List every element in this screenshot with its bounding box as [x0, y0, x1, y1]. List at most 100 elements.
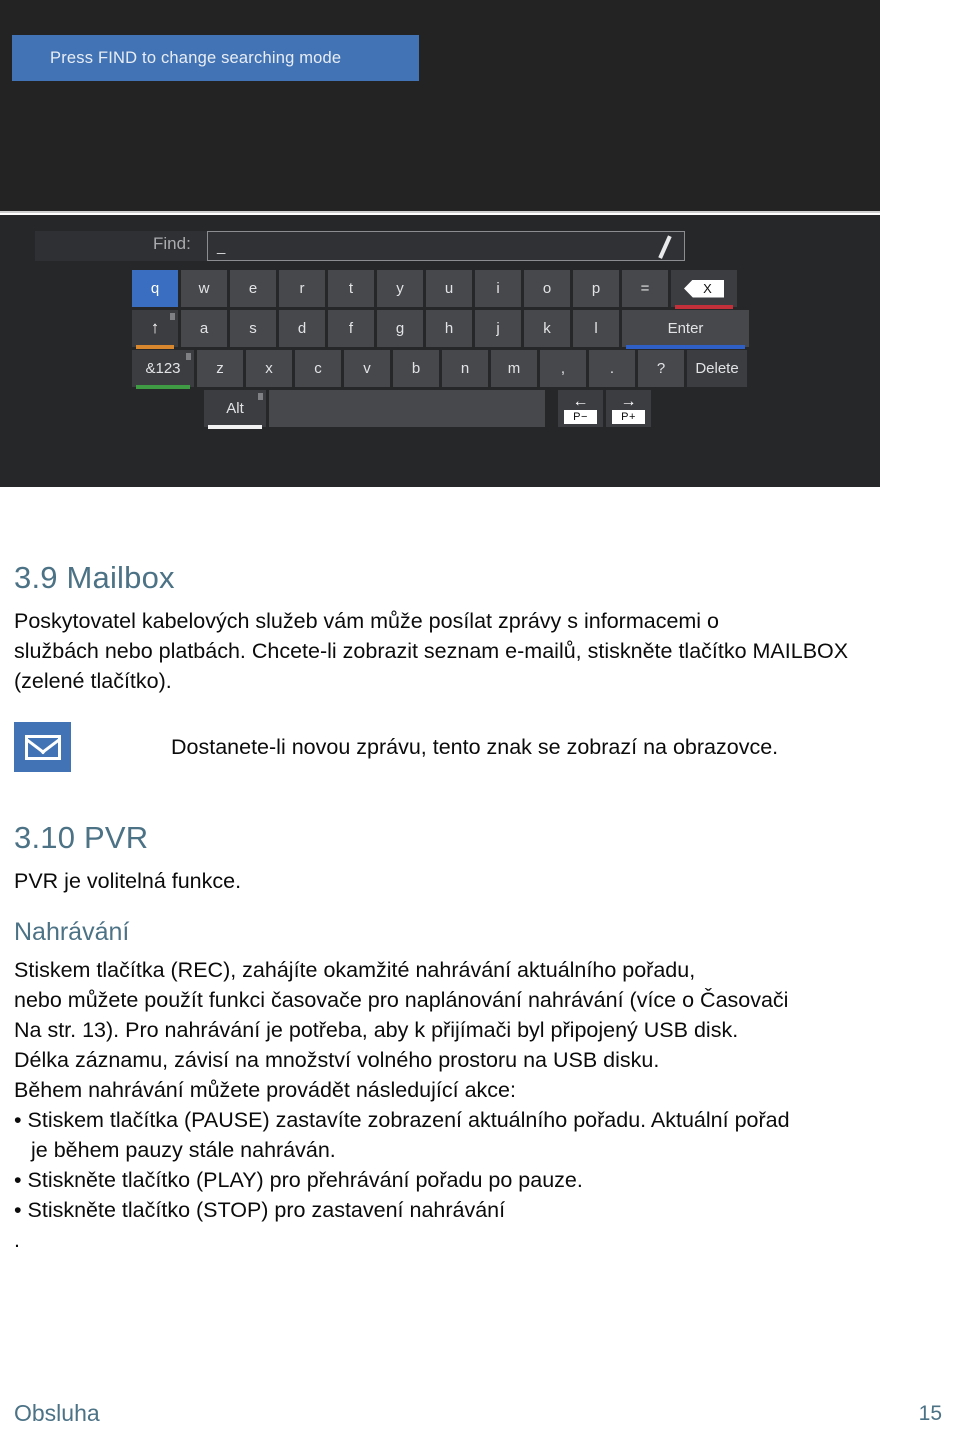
find-mode-banner[interactable]: Press FIND to change searching mode [12, 35, 419, 81]
body-line: nebo můžete použít funkci časovače pro n… [14, 988, 789, 1012]
find-label-box: Find: [35, 231, 207, 261]
keyboard-row-3: &123 z x c v b n m , . ? Delete [132, 350, 762, 389]
paragraph-line: Poskytovatel kabelových služeb vám může … [14, 609, 720, 633]
key-v[interactable]: v [344, 350, 390, 387]
keyboard-row-2: ↑ a s d f g h j k l Enter [132, 310, 762, 349]
key-question[interactable]: ? [638, 350, 684, 387]
key-q[interactable]: q [132, 270, 178, 307]
symbols-key-label: &123 [145, 360, 181, 377]
footer-section-label: Obsluha [14, 1400, 100, 1426]
key-d[interactable]: d [279, 310, 325, 347]
enter-key[interactable]: Enter [622, 310, 749, 349]
paragraph-pvr-body: Stiskem tlačítka (REC), zahájíte okamžit… [14, 955, 944, 1255]
alt-accent-bar [208, 425, 262, 429]
key-a[interactable]: a [181, 310, 227, 347]
document-body: 3.9 Mailbox Poskytovatel kabelových služ… [0, 560, 960, 1255]
find-row: Find: _ [35, 231, 685, 261]
key-w[interactable]: w [181, 270, 227, 307]
page-footer: Obsluha 15 [0, 1400, 960, 1434]
alt-key[interactable]: Alt [204, 390, 266, 429]
key-s[interactable]: s [230, 310, 276, 347]
arrow-right-icon: → [620, 393, 637, 410]
symbols-key[interactable]: &123 [132, 350, 194, 389]
key-j[interactable]: j [475, 310, 521, 347]
body-line: Během nahrávání můžete provádět následuj… [14, 1078, 516, 1102]
key-h[interactable]: h [426, 310, 472, 347]
paragraph-line: službách nebo platbách. Chcete-li zobraz… [14, 639, 849, 663]
keyboard-row-4: Alt ← P− → P+ [204, 390, 762, 429]
key-comma[interactable]: , [540, 350, 586, 387]
find-mode-banner-label: Press FIND to change searching mode [50, 48, 342, 67]
pencil-icon [657, 235, 673, 259]
paragraph-line: (zelené tlačítko). [14, 669, 172, 693]
heading-pvr: 3.10 PVR [14, 820, 149, 855]
key-o[interactable]: o [524, 270, 570, 307]
page-next-label: P+ [612, 410, 645, 424]
find-input[interactable]: _ [207, 231, 685, 261]
paragraph-mailbox: Poskytovatel kabelových služeb vám může … [14, 606, 944, 696]
page-prev-label: P− [564, 410, 597, 424]
alt-key-label: Alt [226, 400, 244, 417]
key-x[interactable]: x [246, 350, 292, 387]
body-line: . [14, 1228, 20, 1252]
onscreen-keyboard: q w e r t y u i o p = X ↑ a s d f g h j … [132, 270, 762, 430]
symbols-corner-marker [186, 353, 191, 360]
find-label: Find: [153, 234, 191, 253]
body-line: • Stiskněte tlačítko (PLAY) pro přehrává… [14, 1168, 583, 1192]
page-prev-key[interactable]: ← P− [558, 390, 603, 427]
key-u[interactable]: u [426, 270, 472, 307]
key-n[interactable]: n [442, 350, 488, 387]
key-f[interactable]: f [328, 310, 374, 347]
delete-key[interactable]: Delete [687, 350, 747, 387]
mailbox-note-text: Dostanete-li novou zprávu, tento znak se… [171, 734, 779, 759]
tv-keyboard-panel: Find: _ q w e r t y u i o p = X ↑ a s d … [0, 215, 880, 487]
footer-page-number: 15 [918, 1402, 942, 1425]
body-line: • Stiskem tlačítka (PAUSE) zastavíte zob… [14, 1108, 790, 1132]
body-line: je během pauzy stále nahráván. [31, 1138, 336, 1162]
envelope-shape [24, 734, 61, 760]
key-e[interactable]: e [230, 270, 276, 307]
alt-corner-marker [258, 393, 263, 400]
page-next-key[interactable]: → P+ [606, 390, 651, 427]
key-y[interactable]: y [377, 270, 423, 307]
backspace-glyph: X [703, 281, 712, 296]
space-key[interactable] [269, 390, 545, 427]
backspace-accent-bar [675, 305, 733, 309]
key-c[interactable]: c [295, 350, 341, 387]
key-r[interactable]: r [279, 270, 325, 307]
backspace-icon: X [684, 279, 724, 298]
body-line: Na str. 13). Pro nahrávání je potřeba, a… [14, 1018, 739, 1042]
body-line: Stiskem tlačítka (REC), zahájíte okamžit… [14, 958, 696, 982]
key-l[interactable]: l [573, 310, 619, 347]
arrow-left-icon: ← [572, 393, 589, 410]
key-p[interactable]: p [573, 270, 619, 307]
key-equals[interactable]: = [622, 270, 668, 307]
key-i[interactable]: i [475, 270, 521, 307]
find-input-value: _ [217, 238, 226, 255]
shift-accent-bar [136, 345, 174, 349]
paragraph-pvr-intro: PVR je volitelná funkce. [14, 869, 242, 893]
backspace-key[interactable]: X [671, 270, 737, 309]
shift-key[interactable]: ↑ [132, 310, 178, 349]
enter-key-label: Enter [667, 320, 704, 337]
body-line: • Stiskněte tlačítko (STOP) pro zastaven… [14, 1198, 506, 1222]
keyboard-row-1: q w e r t y u i o p = X [132, 270, 762, 309]
shift-corner-marker [170, 313, 175, 320]
heading-mailbox: 3.9 Mailbox [14, 560, 175, 595]
key-b[interactable]: b [393, 350, 439, 387]
arrow-up-icon: ↑ [150, 317, 160, 337]
tv-upper-area: Press FIND to change searching mode [0, 0, 880, 213]
key-g[interactable]: g [377, 310, 423, 347]
mailbox-note-block: Dostanete-li novou zprávu, tento znak se… [14, 722, 960, 772]
body-line: Délka záznamu, závisí na množství volnéh… [14, 1048, 660, 1072]
row4-spacer [548, 390, 558, 427]
enter-accent-bar [626, 345, 745, 349]
key-k[interactable]: k [524, 310, 570, 347]
symbols-accent-bar [136, 385, 190, 389]
key-z[interactable]: z [197, 350, 243, 387]
key-period[interactable]: . [589, 350, 635, 387]
tv-screenshot: Press FIND to change searching mode Find… [0, 0, 880, 487]
key-t[interactable]: t [328, 270, 374, 307]
subheading-nahravani: Nahrávání [14, 918, 130, 946]
key-m[interactable]: m [491, 350, 537, 387]
